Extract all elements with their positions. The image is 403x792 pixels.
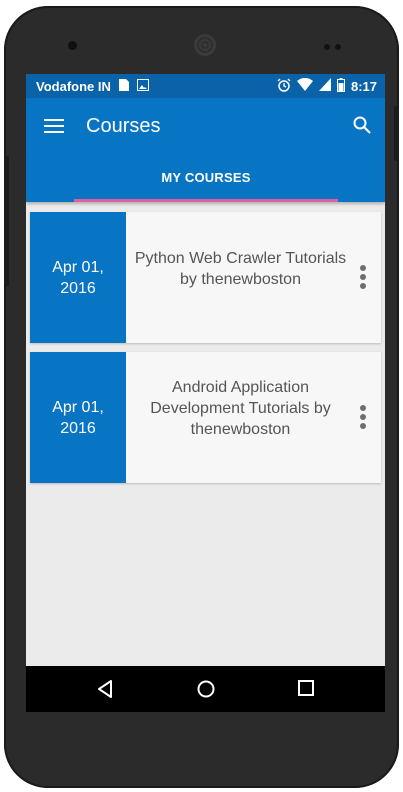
sim-icon [117,78,131,95]
home-icon[interactable] [196,679,216,699]
earpiece-speaker [194,34,216,56]
tab-bar: MY COURSES [26,154,385,202]
front-camera [68,41,77,50]
battery-icon [336,77,345,95]
more-options-icon[interactable] [359,265,367,291]
page-title: Courses [86,114,161,137]
search-icon[interactable] [353,116,371,134]
course-card[interactable]: Apr 01, 2016 Android Application Develop… [30,352,381,483]
course-date: Apr 01, 2016 [30,212,126,343]
phone-power-button [394,106,399,161]
app-bar: Courses [26,98,385,154]
course-date-line1: Apr 01, [52,398,104,416]
signal-icon [318,78,331,94]
course-card[interactable]: Apr 01, 2016 Python Web Crawler Tutorial… [30,212,381,343]
carrier-name: Vodafone IN [36,78,111,94]
image-icon [136,78,149,94]
course-title: Android Application Development Tutorial… [150,379,331,438]
phone-frame: Vodafone IN 8:17 Courses MY COURSES Apr … [4,6,399,788]
course-date: Apr 01, 2016 [30,352,126,483]
light-sensor [335,44,341,50]
phone-side-button-left [4,156,9,286]
proximity-sensor [324,44,330,50]
tab-indicator [74,199,338,202]
menu-icon[interactable] [44,115,64,137]
screen: Vodafone IN 8:17 Courses MY COURSES Apr … [26,74,385,712]
more-options-icon[interactable] [359,405,367,431]
course-list: Apr 01, 2016 Python Web Crawler Tutorial… [26,202,385,483]
tab-my-courses[interactable]: MY COURSES [74,154,338,200]
course-date-line2: 2016 [60,279,96,297]
recents-icon[interactable] [297,679,315,697]
course-date-line1: Apr 01, [52,258,104,276]
system-nav-bar [26,666,385,712]
status-bar: Vodafone IN 8:17 [26,74,385,98]
wifi-icon [296,77,313,94]
back-icon[interactable] [96,679,114,699]
clock-time: 8:17 [350,78,377,94]
course-date-line2: 2016 [60,419,96,437]
course-title: Python Web Crawler Tutorials by thenewbo… [134,249,347,288]
alarm-icon [277,78,291,95]
